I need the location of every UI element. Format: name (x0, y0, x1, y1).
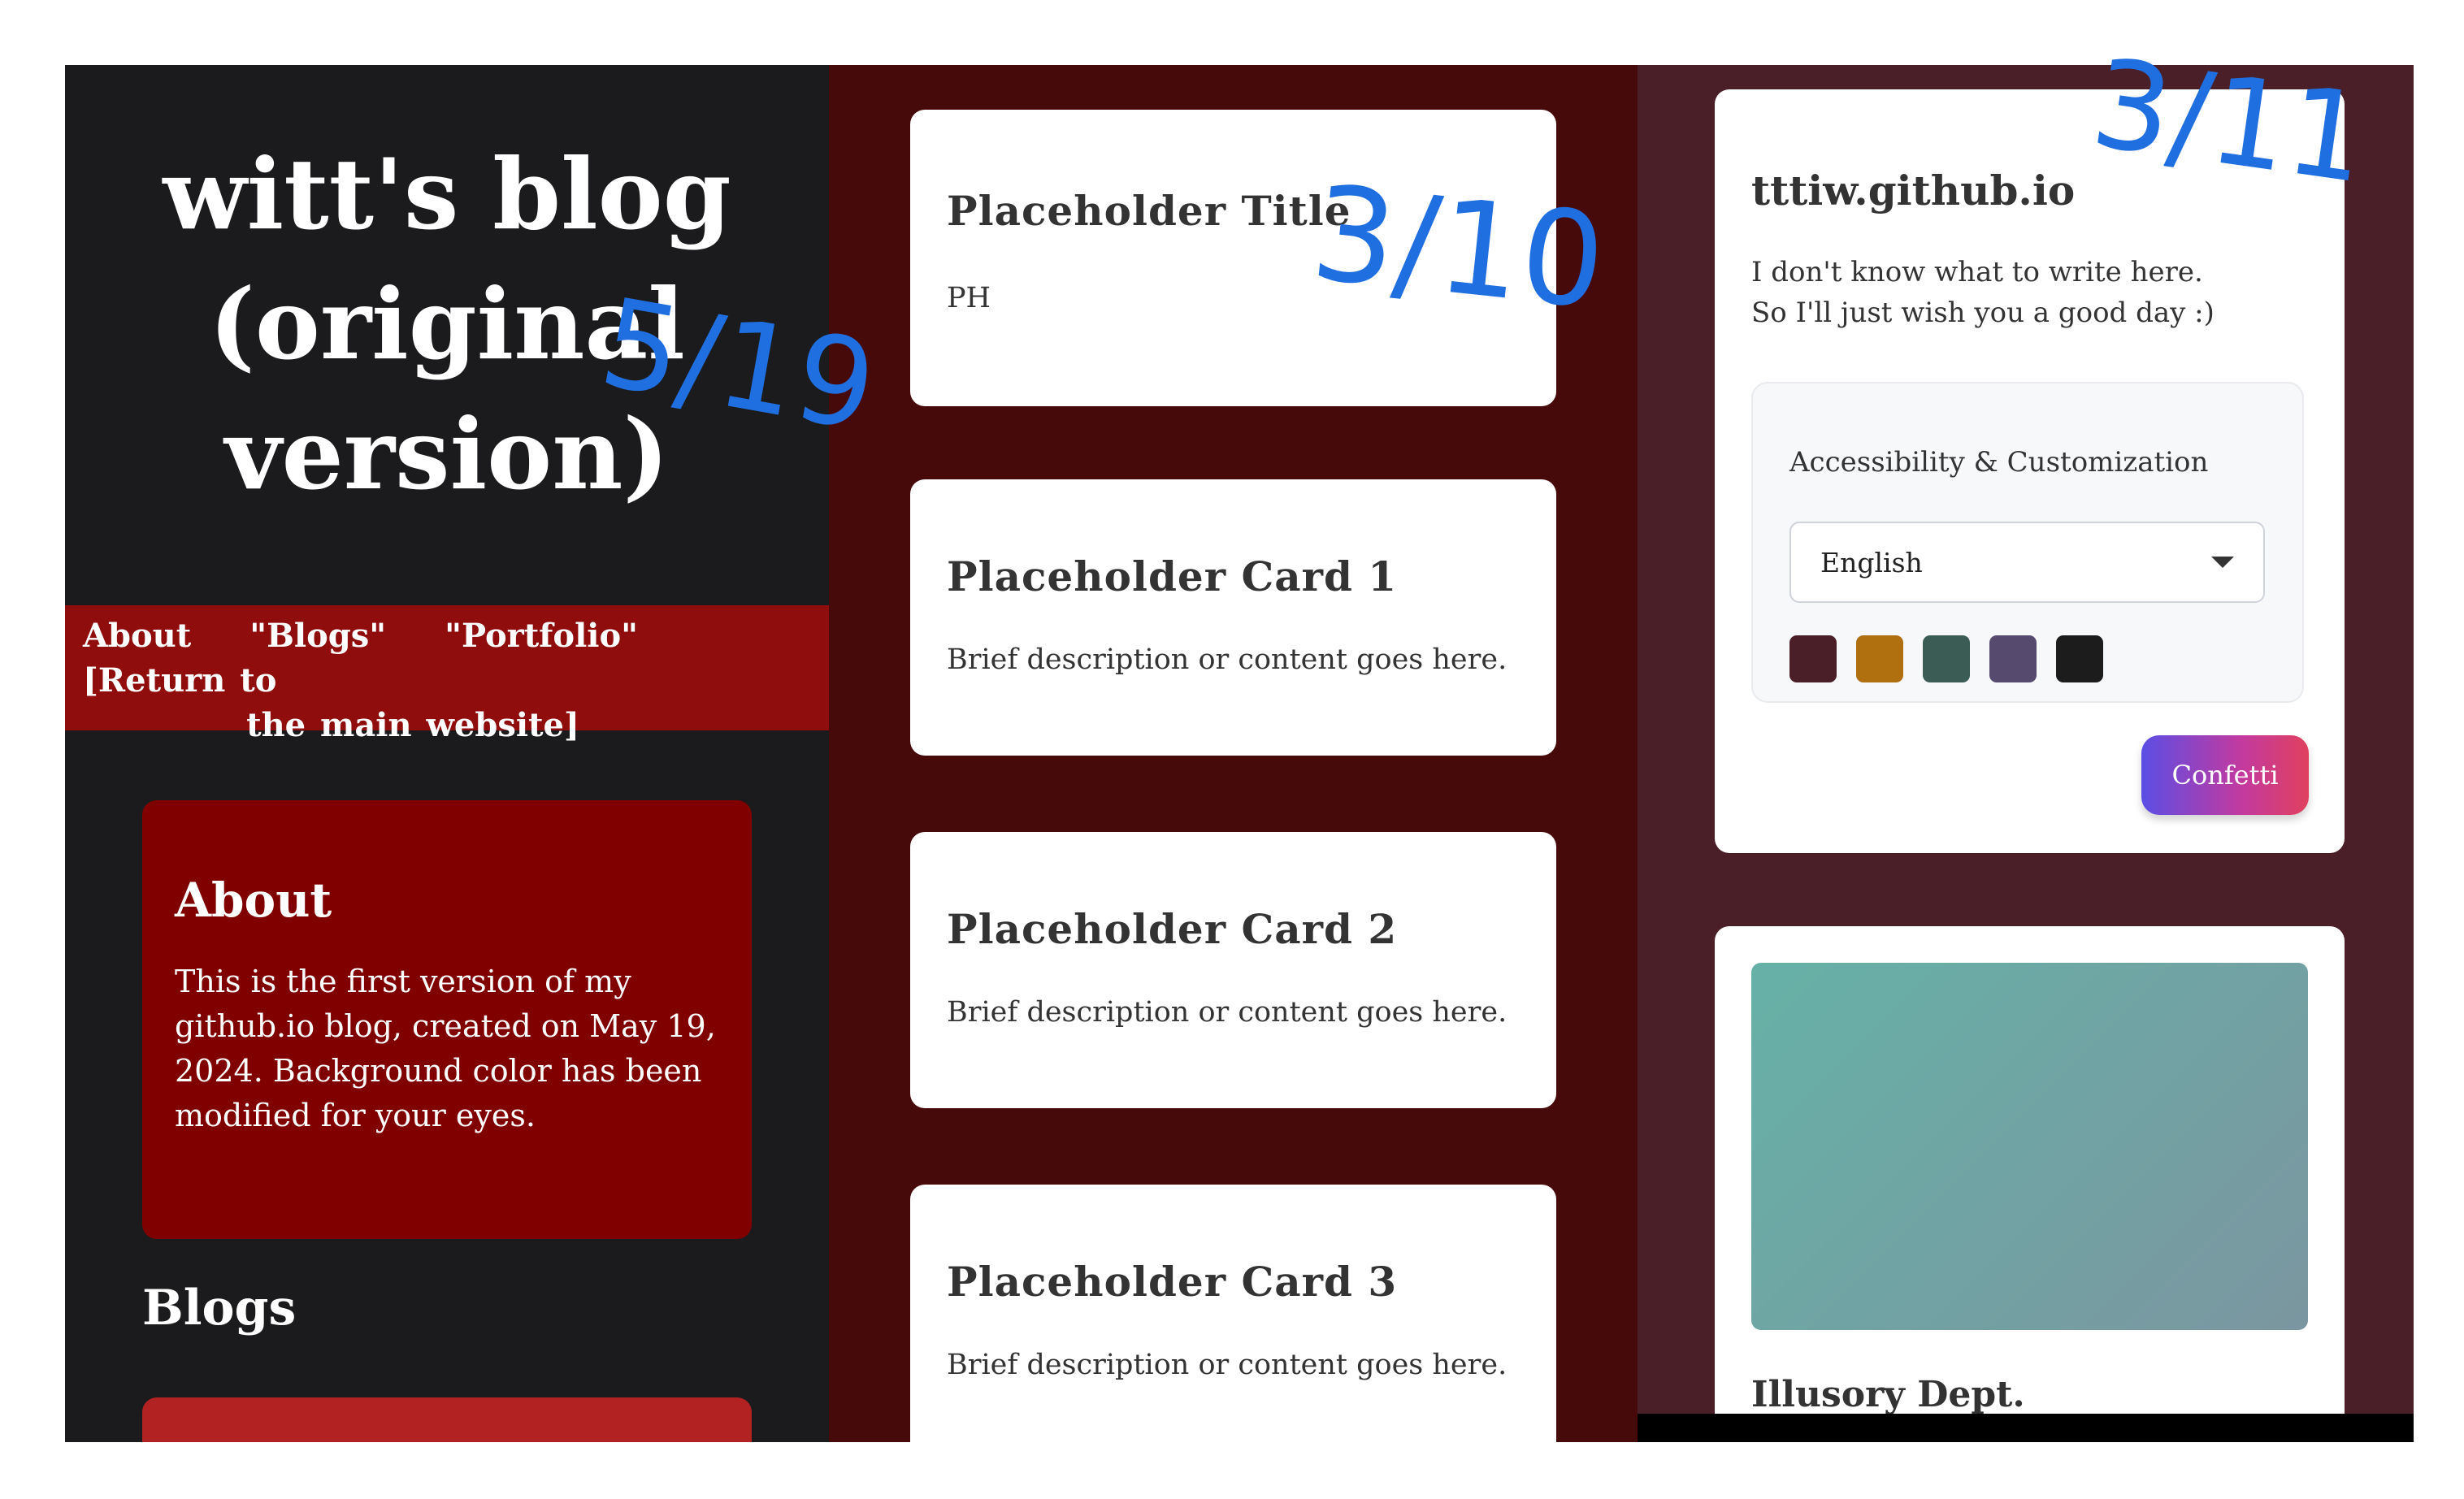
nav-return-link[interactable]: [Return to (83, 661, 276, 700)
dept-card: Illusory Dept. (1715, 926, 2345, 1442)
card-text: Brief description or content goes here. (947, 996, 1507, 1029)
nav-blogs-link[interactable]: "Blogs" (249, 617, 386, 655)
handwritten-date-annotation: 3/11 (2084, 32, 2375, 211)
blogs-heading: Blogs (142, 1280, 297, 1337)
profile-card: tttiw.github.io I don't know what to wri… (1715, 89, 2345, 853)
dept-title: Illusory Dept. (1751, 1374, 2025, 1415)
about-text: This is the first version of my github.i… (175, 964, 716, 1133)
theme-swatch-teal[interactable] (1923, 635, 1970, 682)
bottom-bar (1638, 1414, 2414, 1442)
theme-swatches (1789, 635, 2266, 682)
card-title: Placeholder Card 1 (947, 552, 1398, 600)
placeholder-card-2: Placeholder Card 2 Brief description or … (910, 832, 1556, 1108)
card-title: Placeholder Card 2 (947, 905, 1398, 953)
about-heading: About (175, 873, 332, 928)
placeholder-card-3: Placeholder Card 3 Brief description or … (910, 1185, 1556, 1442)
profile-intro-line2: So I'll just wish you a good day :) (1751, 297, 2215, 329)
theme-swatch-amber[interactable] (1856, 635, 1903, 682)
theme-swatch-maroon[interactable] (1789, 635, 1837, 682)
card-text: Brief description or content goes here. (947, 1349, 1507, 1381)
accessibility-title: Accessibility & Customization (1789, 446, 2209, 479)
right-column: tttiw.github.io I don't know what to wri… (1638, 65, 2414, 1442)
language-selected-value: English (1820, 546, 1923, 578)
left-column: witt's blog (original version) About "Blo… (65, 65, 829, 1442)
profile-intro: I don't know what to write here. So I'll… (1751, 252, 2308, 333)
dept-image (1751, 963, 2308, 1330)
nav-return-link-cont[interactable]: the main website] (65, 703, 762, 747)
about-box: About This is the first version of my gi… (142, 800, 752, 1239)
page-frame: witt's blog (original version) About "Blo… (65, 65, 2414, 1442)
nav-about-link[interactable]: About (83, 617, 191, 655)
card-text: Brief description or content goes here. (947, 643, 1507, 676)
accessibility-panel: Accessibility & Customization English (1751, 382, 2304, 703)
theme-swatch-black[interactable] (2056, 635, 2103, 682)
theme-swatch-purple[interactable] (1989, 635, 2037, 682)
main-nav: About "Blogs" "Portfolio" [Return to the ma… (65, 605, 829, 744)
placeholder-card-1: Placeholder Card 1 Brief description or … (910, 479, 1556, 756)
blog-card[interactable] (142, 1397, 752, 1442)
handwritten-date-annotation: 3/10 (1305, 156, 1612, 339)
nav-portfolio-link[interactable]: "Portfolio" (445, 617, 638, 655)
language-select[interactable]: English (1789, 522, 2265, 603)
card-title: Placeholder Card 3 (947, 1258, 1398, 1306)
chevron-down-icon (2211, 557, 2234, 568)
profile-intro-line1: I don't know what to write here. (1751, 256, 2203, 288)
confetti-button[interactable]: Confetti (2141, 735, 2309, 815)
